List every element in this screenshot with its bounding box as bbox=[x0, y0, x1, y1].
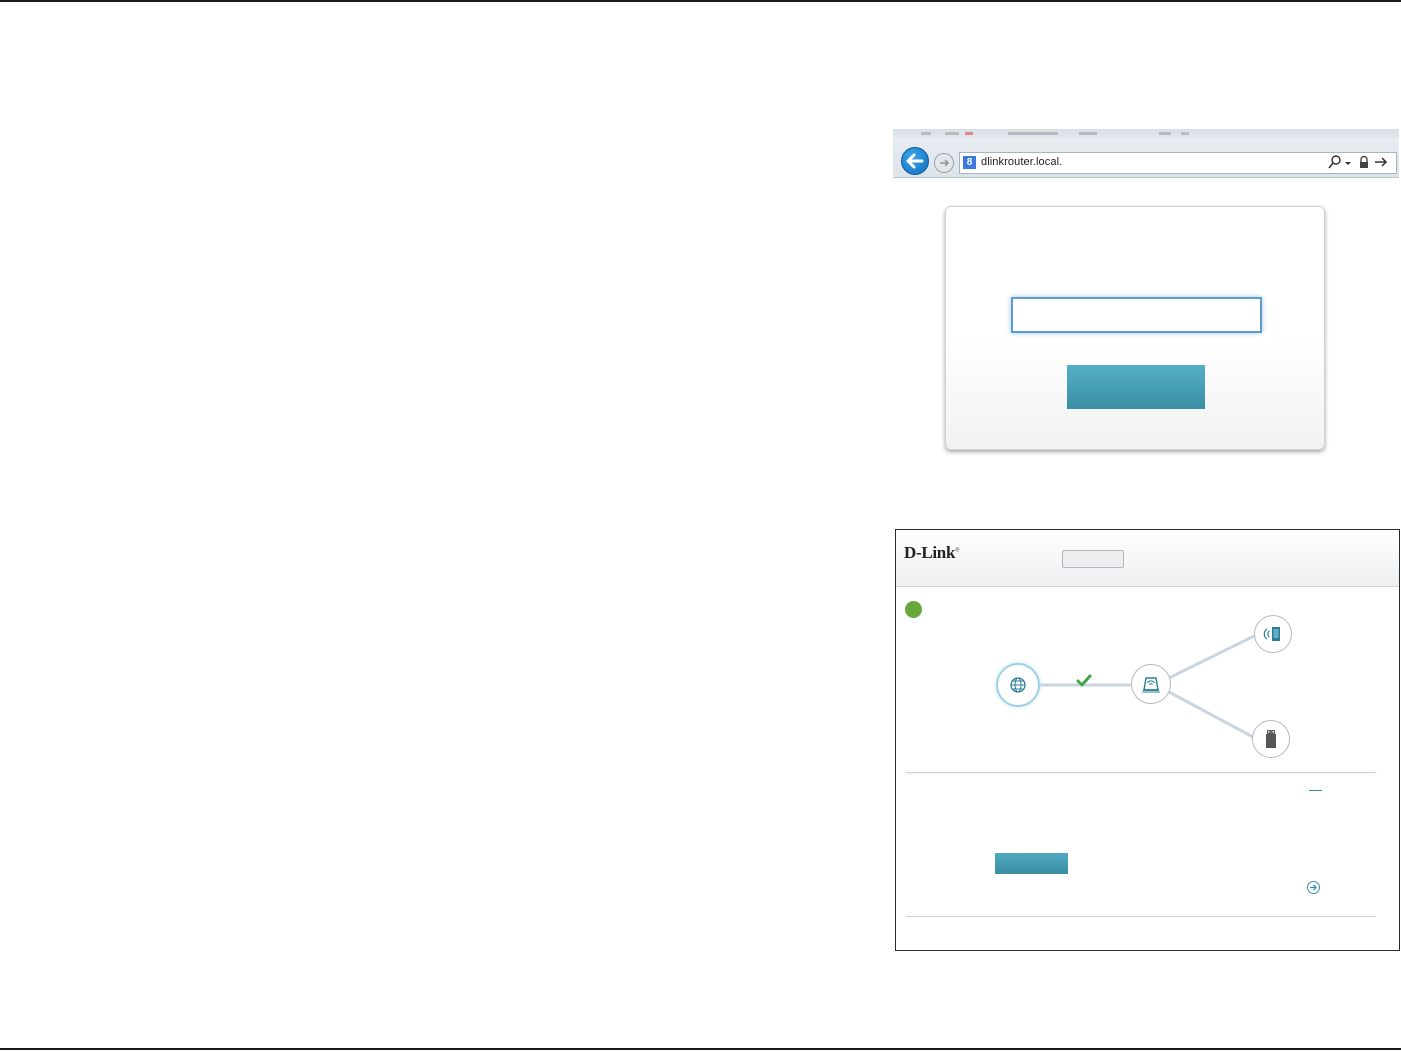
router-dashboard: D-Link® bbox=[895, 529, 1400, 951]
top-rule bbox=[0, 0, 1401, 2]
lock-icon[interactable] bbox=[1358, 154, 1370, 175]
detail-link[interactable] bbox=[1309, 790, 1322, 791]
password-input[interactable] bbox=[1011, 297, 1262, 333]
address-bar-icons bbox=[1328, 154, 1392, 172]
usb-client-node[interactable] bbox=[1252, 720, 1290, 758]
section-divider bbox=[906, 772, 1376, 773]
google-favicon-icon: 8 bbox=[963, 156, 976, 169]
checkmark-icon bbox=[1076, 674, 1092, 687]
internet-node[interactable] bbox=[996, 663, 1040, 707]
back-button[interactable] bbox=[901, 147, 929, 175]
globe-icon bbox=[1010, 677, 1026, 693]
forward-button[interactable] bbox=[934, 153, 954, 173]
router-icon bbox=[1142, 677, 1160, 693]
go-arrow-icon[interactable] bbox=[1374, 154, 1388, 175]
next-link[interactable] bbox=[1307, 881, 1320, 894]
bottom-rule bbox=[0, 1048, 1401, 1050]
address-bar[interactable]: 8 dlinkrouter.local. bbox=[959, 152, 1397, 174]
browser-tabstrip bbox=[893, 129, 1399, 139]
dropdown-icon[interactable] bbox=[1344, 154, 1352, 175]
router-node[interactable] bbox=[1131, 664, 1171, 704]
browser-toolbar: 8 dlinkrouter.local. bbox=[893, 129, 1399, 178]
login-card bbox=[945, 206, 1325, 450]
address-url: dlinkrouter.local. bbox=[981, 156, 1063, 168]
mobile-device-icon bbox=[1263, 627, 1280, 641]
usb-device-icon bbox=[1266, 730, 1276, 748]
forward-arrow-icon bbox=[940, 159, 950, 167]
dashboard-action-button[interactable] bbox=[995, 853, 1068, 874]
search-icon[interactable] bbox=[1328, 154, 1342, 175]
section-divider-bottom bbox=[906, 916, 1376, 917]
wireless-client-node[interactable] bbox=[1254, 615, 1292, 653]
go-arrow-icon bbox=[1310, 884, 1317, 891]
login-button[interactable] bbox=[1067, 365, 1205, 409]
back-arrow-icon bbox=[906, 153, 924, 169]
